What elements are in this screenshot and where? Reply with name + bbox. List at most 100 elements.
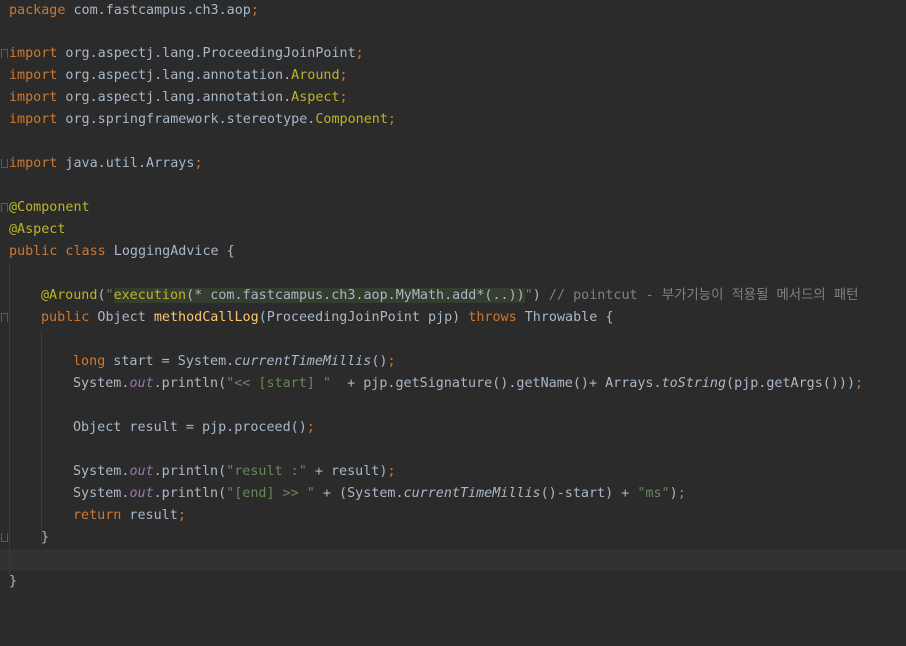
annotation-token: @Component [9, 200, 90, 215]
class-name: LoggingAdvice { [105, 244, 235, 259]
fold-marker-icon[interactable] [1, 159, 8, 168]
code-line[interactable]: @Component [9, 197, 90, 219]
return-type: Object [89, 310, 154, 325]
keyword-token: import [9, 90, 58, 105]
import-class: Aspect [291, 90, 340, 105]
keyword-token: import [9, 46, 58, 61]
code-text: ) [669, 486, 678, 501]
static-field: out [129, 376, 154, 391]
paren: ) [532, 288, 541, 303]
fold-marker-icon[interactable] [1, 313, 8, 322]
code-line[interactable]: import org.aspectj.lang.annotation.Aroun… [9, 65, 348, 87]
code-line[interactable]: import org.springframework.stereotype.Co… [9, 109, 396, 131]
semicolon: ; [387, 112, 396, 127]
fold-marker-icon[interactable] [1, 203, 8, 212]
code-text: + (System. [314, 486, 404, 501]
code-line[interactable]: @Around("execution(* com.fastcampus.ch3.… [41, 285, 858, 307]
code-text: .println( [153, 486, 227, 501]
code-line[interactable]: Object result = pjp.proceed(); [73, 417, 315, 439]
pointcut-keyword: execution [113, 288, 187, 303]
code-line[interactable]: System.out.println("<< [start] " + pjp.g… [73, 373, 863, 395]
static-field: out [129, 486, 154, 501]
code-text: System. [73, 376, 130, 391]
string-quote: " [524, 288, 533, 303]
import-path: org.aspectj.lang.annotation. [57, 90, 292, 105]
string-literal: "[end] >> " [226, 486, 315, 501]
string-literal: "ms" [637, 486, 670, 501]
method-params: (ProceedingJoinPoint pjp) [258, 310, 469, 325]
import-path: org.springframework.stereotype. [57, 112, 316, 127]
semicolon: ; [355, 46, 364, 61]
keyword-token: import [9, 156, 58, 171]
method-name: methodCallLog [153, 310, 259, 325]
code-line[interactable]: } [9, 571, 17, 593]
semicolon: ; [339, 68, 348, 83]
code-line[interactable]: long start = System.currentTimeMillis(); [73, 351, 396, 373]
code-text: + pjp.getSignature().getName()+ Arrays. [331, 376, 662, 391]
semicolon: ; [387, 354, 396, 369]
semicolon: ; [250, 3, 259, 18]
import-path: org.aspectj.lang.annotation. [57, 68, 292, 83]
code-line[interactable]: import org.aspectj.lang.annotation.Aspec… [9, 87, 348, 109]
code-line[interactable]: @Aspect [9, 219, 65, 241]
code-text: result [121, 508, 178, 523]
semicolon: ; [855, 376, 864, 391]
static-method: toString [661, 376, 727, 391]
keyword-token: class [57, 244, 106, 259]
code-line[interactable]: import java.util.Arrays; [9, 153, 203, 175]
annotation-token: @Aspect [9, 222, 66, 237]
current-line-highlight [0, 549, 906, 571]
string-quote: " [105, 288, 114, 303]
paren: ( [97, 288, 106, 303]
indent-guide [9, 264, 10, 574]
keyword-token: public [9, 244, 58, 259]
import-path: java.util.Arrays [57, 156, 195, 171]
pointcut-expression: (* com.fastcampus.ch3.aop.MyMath.add*(..… [186, 288, 525, 303]
static-method: currentTimeMillis [403, 486, 541, 501]
keyword-token: return [73, 508, 122, 523]
code-text: Object result = pjp.proceed() [73, 420, 307, 435]
import-class: Around [291, 68, 340, 83]
keyword-token: import [9, 112, 58, 127]
code-text: ()-start) + [540, 486, 638, 501]
semicolon: ; [306, 420, 315, 435]
keyword-token: public [41, 310, 90, 325]
code-text: start = System. [105, 354, 235, 369]
fold-marker-icon[interactable] [1, 533, 8, 542]
static-method: currentTimeMillis [234, 354, 372, 369]
code-line[interactable]: package com.fastcampus.ch3.aop; [9, 0, 259, 22]
string-literal: "result :" [226, 464, 307, 479]
code-line[interactable]: public class LoggingAdvice { [9, 241, 235, 263]
indent-guide [41, 330, 42, 546]
code-line[interactable]: System.out.println("result :" + result); [73, 461, 396, 483]
code-editor[interactable]: package com.fastcampus.ch3.aop; import o… [0, 0, 906, 646]
semicolon: ; [194, 156, 203, 171]
code-line[interactable]: return result; [73, 505, 186, 527]
code-text: (pjp.getArgs())) [726, 376, 856, 391]
code-line[interactable]: } [41, 527, 49, 549]
semicolon: ; [177, 508, 186, 523]
code-text: .println( [153, 464, 227, 479]
package-name: com.fastcampus.ch3.aop [65, 3, 251, 18]
code-text: () [371, 354, 388, 369]
keyword-token: long [73, 354, 106, 369]
exception-type: Throwable { [516, 310, 614, 325]
code-text: System. [73, 486, 130, 501]
code-line[interactable]: import org.aspectj.lang.ProceedingJoinPo… [9, 43, 364, 65]
fold-marker-icon[interactable] [1, 49, 8, 58]
import-path: org.aspectj.lang.ProceedingJoinPoint [57, 46, 356, 61]
semicolon: ; [677, 486, 686, 501]
closing-brace: } [9, 574, 18, 589]
static-field: out [129, 464, 154, 479]
code-text: + result) [306, 464, 388, 479]
string-literal: "<< [start] " [226, 376, 331, 391]
code-text: .println( [153, 376, 227, 391]
keyword-token: import [9, 68, 58, 83]
code-line[interactable]: public Object methodCallLog(ProceedingJo… [41, 307, 613, 329]
closing-brace: } [41, 530, 50, 545]
code-text: System. [73, 464, 130, 479]
keyword-token: package [9, 3, 66, 18]
code-line[interactable]: System.out.println("[end] >> " + (System… [73, 483, 686, 505]
annotation-token: @Around [41, 288, 98, 303]
import-class: Component [315, 112, 388, 127]
